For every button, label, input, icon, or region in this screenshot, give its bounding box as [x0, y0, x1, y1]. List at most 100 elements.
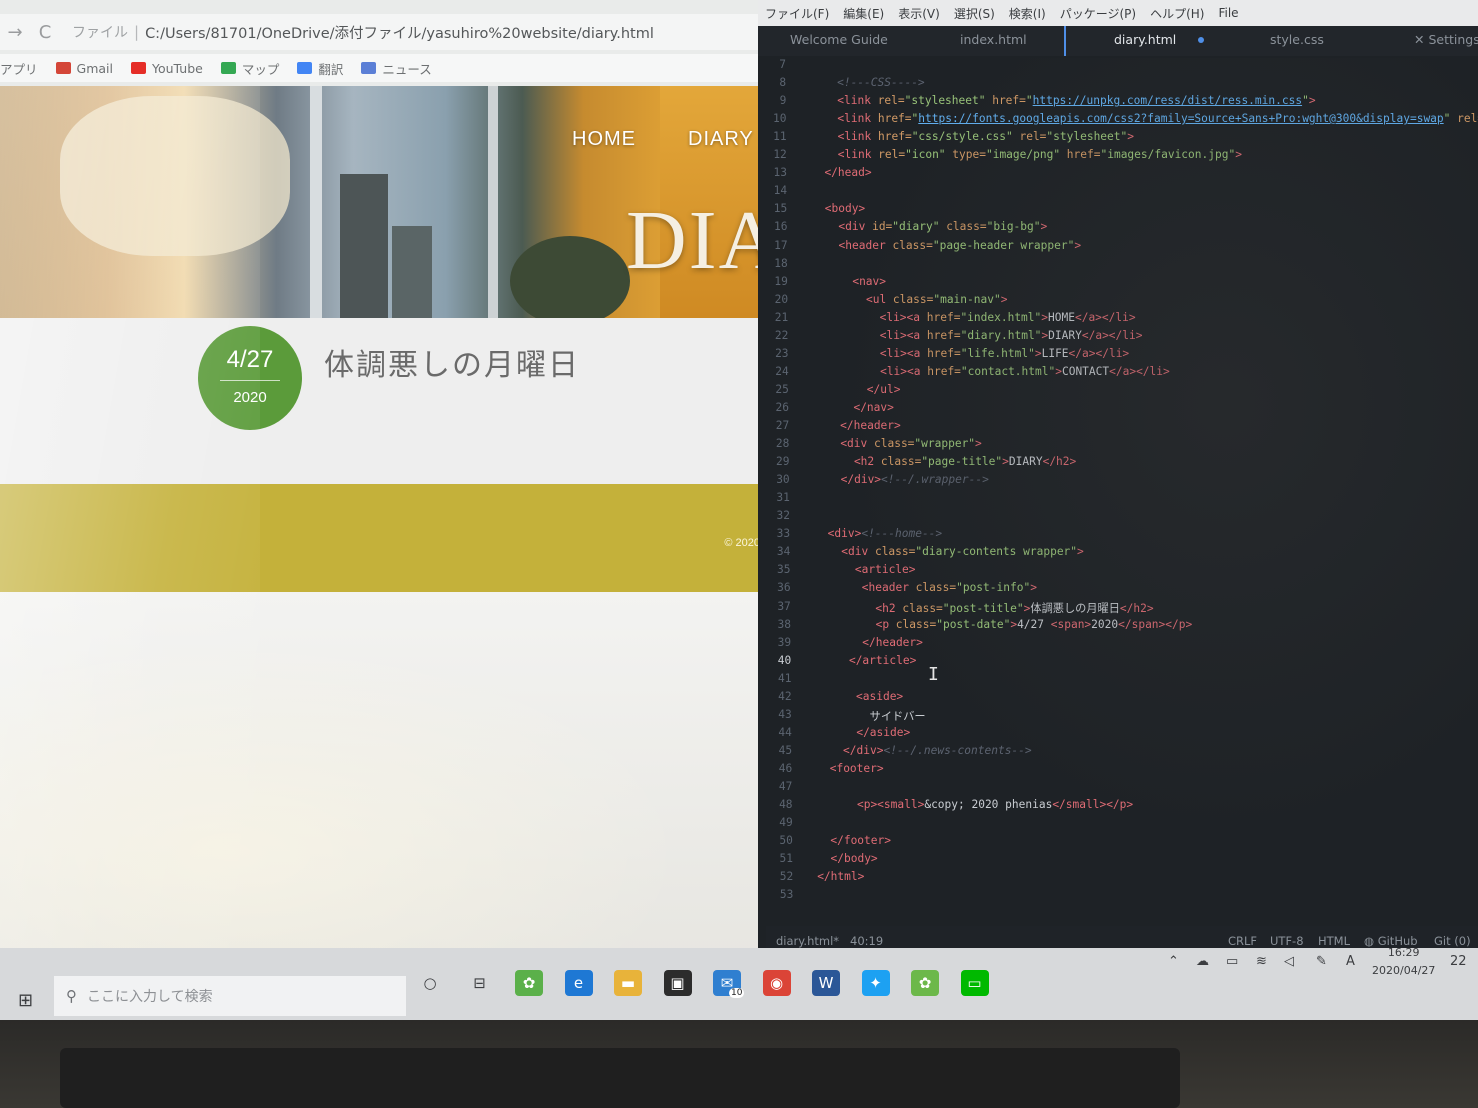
- windows-start-icon[interactable]: ⊞: [18, 990, 33, 1011]
- code-line[interactable]: 7: [758, 58, 1478, 76]
- code-line[interactable]: 47: [758, 780, 1478, 798]
- menu-item[interactable]: 表示(V): [898, 5, 940, 22]
- wifi-icon[interactable]: ≋: [1256, 954, 1267, 969]
- code-line[interactable]: 13 </head>: [758, 166, 1478, 184]
- code-line[interactable]: 14: [758, 184, 1478, 202]
- green-app-2-icon[interactable]: ✿: [911, 970, 939, 996]
- code-line[interactable]: 52 </html>: [758, 870, 1478, 888]
- cloud-icon[interactable]: ☁: [1196, 954, 1209, 969]
- code-area[interactable]: 78 <!---CSS----> 9 <link rel="stylesheet"…: [758, 58, 1478, 922]
- code-line[interactable]: 40 </article>: [758, 654, 1478, 672]
- code-line[interactable]: 22 <li><a href="diary.html">DIARY</a></l…: [758, 329, 1478, 347]
- url-text[interactable]: C:/Users/81701/OneDrive/添付ファイル/yasuhiro%…: [145, 22, 654, 43]
- code-line[interactable]: 27 </header>: [758, 419, 1478, 437]
- edge-icon[interactable]: e: [564, 970, 593, 996]
- bookmark-item[interactable]: YouTube: [130, 61, 203, 76]
- code-line[interactable]: 19 <nav>: [758, 275, 1478, 293]
- code-line[interactable]: 21 <li><a href="index.html">HOME</a></li…: [758, 311, 1478, 329]
- nav-home-link[interactable]: HOME: [572, 128, 636, 151]
- green-app-icon[interactable]: ✿: [515, 970, 543, 996]
- code-line[interactable]: 18: [758, 257, 1478, 275]
- bookmark-item[interactable]: ニュース: [361, 59, 432, 78]
- code-line[interactable]: 50 </footer>: [758, 834, 1478, 852]
- code-line[interactable]: 17 <header class="page-header wrapper">: [758, 239, 1478, 257]
- code-line[interactable]: 32: [758, 509, 1478, 527]
- code-line[interactable]: 34 <div class="diary-contents wrapper">: [758, 545, 1478, 563]
- code-line[interactable]: 24 <li><a href="contact.html">CONTACT</a…: [758, 365, 1478, 383]
- code-line[interactable]: 51 </body>: [758, 852, 1478, 870]
- code-line[interactable]: 30 </div><!--/.wrapper-->: [758, 473, 1478, 491]
- menu-item[interactable]: パッケージ(P): [1060, 5, 1136, 22]
- code-line[interactable]: 48 <p><small>&copy; 2020 phenias</small>…: [758, 798, 1478, 816]
- code-line[interactable]: 20 <ul class="main-nav">: [758, 293, 1478, 311]
- code-line[interactable]: 35 <article>: [758, 563, 1478, 581]
- menu-item[interactable]: ファイル(F): [765, 5, 829, 22]
- tab-index-html[interactable]: index.html: [960, 32, 1027, 47]
- taskbar-clock[interactable]: 16:29 2020/04/27: [1372, 944, 1435, 980]
- code-line[interactable]: 45 </div><!--/.news-contents-->: [758, 744, 1478, 762]
- ime-indicator[interactable]: A: [1346, 954, 1355, 969]
- address-bar[interactable]: → C ファイル | C:/Users/81701/OneDrive/添付ファイ…: [0, 14, 768, 50]
- chevron-up-icon[interactable]: ⌃: [1168, 954, 1179, 969]
- bookmark-item[interactable]: 翻訳: [297, 59, 343, 78]
- code-line[interactable]: 12 <link rel="icon" type="image/png" hre…: [758, 148, 1478, 166]
- menu-item[interactable]: 検索(I): [1009, 5, 1046, 22]
- notification-icon[interactable]: 22: [1450, 954, 1467, 969]
- code-line[interactable]: 9 <link rel="stylesheet" href="https://u…: [758, 94, 1478, 112]
- reload-icon[interactable]: C: [30, 22, 60, 43]
- code-line[interactable]: 38 <p class="post-date">4/27 <span>2020<…: [758, 618, 1478, 636]
- code-line[interactable]: 53: [758, 888, 1478, 906]
- volume-icon[interactable]: ◁: [1284, 954, 1294, 969]
- tab-welcome-guide[interactable]: Welcome Guide: [790, 32, 888, 47]
- status-cursor-position[interactable]: 40:19: [850, 934, 883, 948]
- explorer-icon[interactable]: ▬: [614, 970, 642, 996]
- status-file[interactable]: diary.html*: [776, 934, 839, 948]
- status-git[interactable]: Git (0): [1434, 934, 1471, 948]
- code-line[interactable]: 44 </aside>: [758, 726, 1478, 744]
- code-line[interactable]: 11 <link href="css/style.css" rel="style…: [758, 130, 1478, 148]
- code-line[interactable]: 8 <!---CSS---->: [758, 76, 1478, 94]
- code-line[interactable]: 41: [758, 672, 1478, 690]
- forward-icon[interactable]: →: [0, 22, 30, 43]
- battery-icon[interactable]: ▭: [1226, 954, 1238, 969]
- tab-style-css[interactable]: style.css: [1270, 32, 1324, 47]
- taskbar-search-box[interactable]: ⚲ ここに入力して検索: [54, 976, 406, 1016]
- code-line[interactable]: 43 サイドバー: [758, 708, 1478, 726]
- code-line[interactable]: 23 <li><a href="life.html">LIFE</a></li>: [758, 347, 1478, 365]
- file-info-label[interactable]: ファイル: [72, 22, 128, 42]
- status-line-ending[interactable]: CRLF: [1228, 934, 1257, 948]
- bookmark-item[interactable]: マップ: [220, 59, 279, 78]
- code-line[interactable]: 46 <footer>: [758, 762, 1478, 780]
- code-line[interactable]: 33 <div><!---home-->: [758, 527, 1478, 545]
- tab-settings[interactable]: ✕ Settings: [1414, 32, 1478, 47]
- code-line[interactable]: 26 </nav>: [758, 401, 1478, 419]
- menu-item[interactable]: ヘルプ(H): [1150, 5, 1204, 22]
- code-line[interactable]: 37 <h2 class="post-title">体調悪しの月曜日</h2>: [758, 600, 1478, 618]
- menu-item[interactable]: File: [1218, 6, 1238, 20]
- pen-icon[interactable]: ✎: [1316, 954, 1327, 969]
- code-line[interactable]: 31: [758, 491, 1478, 509]
- tab-diary-html[interactable]: diary.html: [1114, 32, 1176, 47]
- status-encoding[interactable]: UTF-8: [1270, 934, 1304, 948]
- bookmark-item[interactable]: Gmail: [55, 61, 113, 76]
- code-line[interactable]: 49: [758, 816, 1478, 834]
- code-line[interactable]: 10 <link href= "https://fonts.googleapis.…: [758, 112, 1478, 130]
- bookmark-item[interactable]: アプリ: [0, 59, 38, 78]
- code-line[interactable]: 39 </header>: [758, 636, 1478, 654]
- menu-item[interactable]: 編集(E): [843, 5, 884, 22]
- line-icon[interactable]: ▭: [960, 970, 989, 996]
- code-line[interactable]: 29 <h2 class="page-title">DIARY</h2>: [758, 455, 1478, 473]
- code-line[interactable]: 15 <body>: [758, 202, 1478, 220]
- code-line[interactable]: 42 <aside>: [758, 690, 1478, 708]
- nav-diary-link[interactable]: DIARY: [688, 128, 754, 151]
- cortana-icon[interactable]: ○: [416, 970, 444, 996]
- code-line[interactable]: 25 </ul>: [758, 383, 1478, 401]
- code-line[interactable]: 28 <div class="wrapper">: [758, 437, 1478, 455]
- status-grammar[interactable]: HTML: [1318, 934, 1350, 948]
- store-icon[interactable]: ▣: [663, 970, 692, 996]
- chrome-icon[interactable]: ◉: [762, 970, 791, 996]
- word-icon[interactable]: W: [812, 970, 840, 996]
- code-line[interactable]: 36 <header class="post-info">: [758, 581, 1478, 599]
- code-line[interactable]: 16 <div id="diary" class="big-bg">: [758, 220, 1478, 238]
- task-view-icon[interactable]: ⊟: [465, 970, 494, 996]
